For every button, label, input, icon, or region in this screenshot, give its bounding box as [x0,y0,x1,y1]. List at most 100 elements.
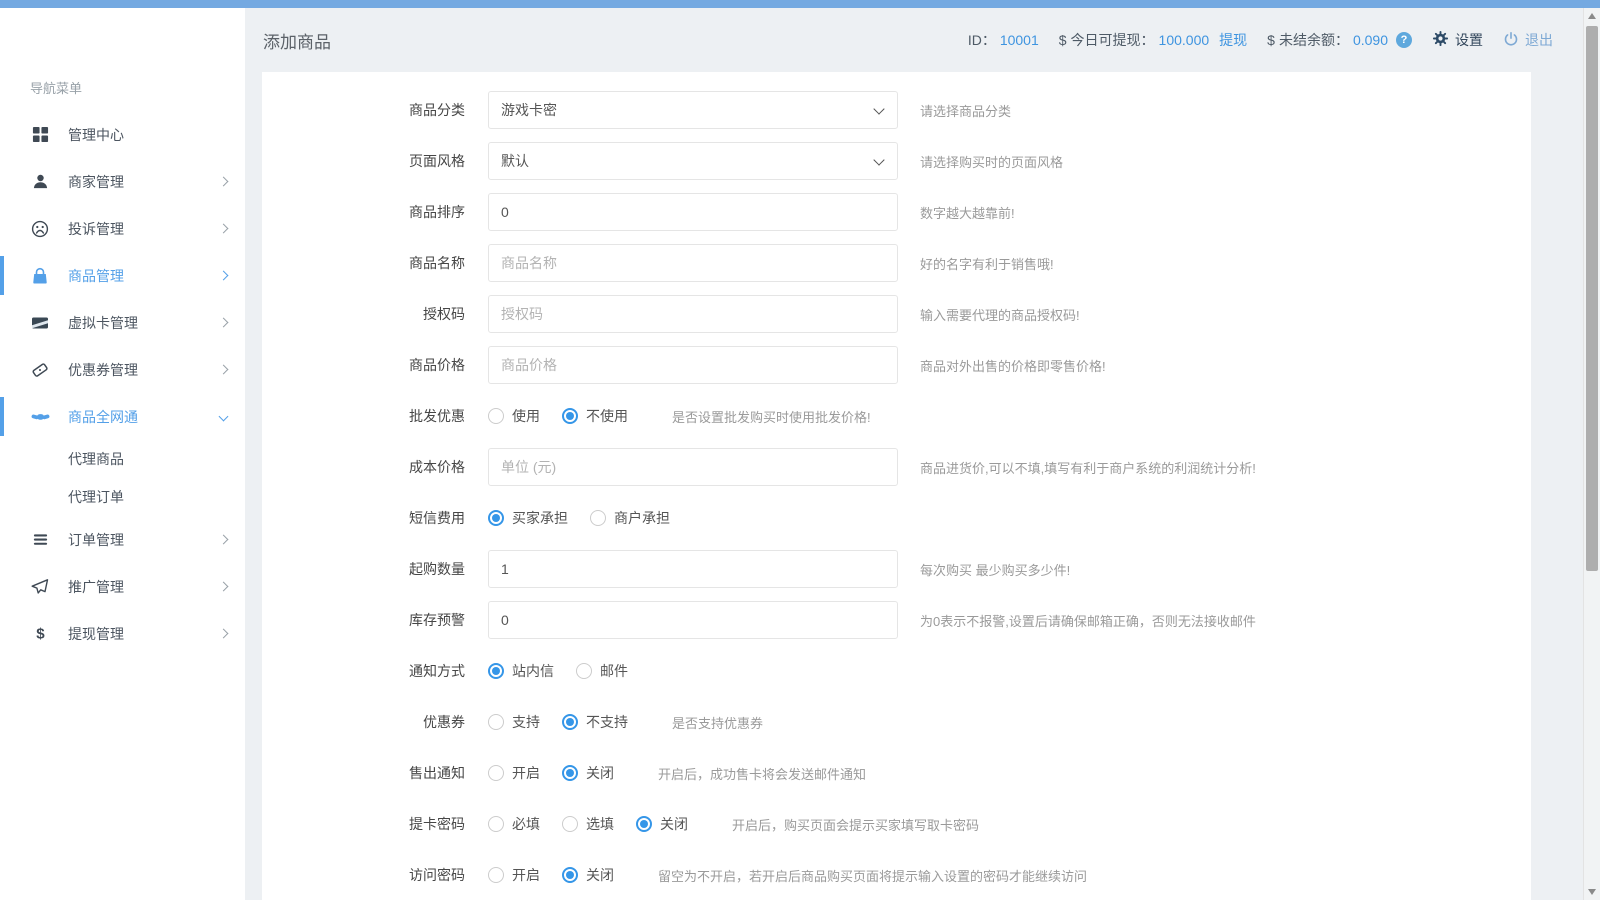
sidebar-item-merchant[interactable]: 商家管理 [0,158,245,205]
scrollbar[interactable] [1583,8,1600,900]
sidebar-item-complaint[interactable]: 投诉管理 [0,205,245,252]
field-label: 商品分类 [262,100,465,120]
sidebar-subitem-0[interactable]: 代理商品 [0,440,245,478]
form-row-stock-alert: 库存预警为0表示不报警,设置后请确保邮箱正确，否则无法接收邮件 [262,601,1531,639]
radio-option[interactable]: 使用 [488,406,540,426]
field-hint: 输入需要代理的商品授权码! [920,305,1080,324]
radio-option[interactable]: 站内信 [488,661,554,681]
unsettled-balance: $ 未结余额： 0.090 ? [1267,30,1412,50]
page-header: 添加商品 ID： 10001 $ 今日可提现： 100.000 提现 $ 未结余… [245,8,1583,72]
handshake-icon [30,408,50,426]
scroll-down-arrow[interactable] [1584,884,1600,900]
radio-selected-icon[interactable] [488,663,504,679]
radio-option[interactable]: 必填 [488,814,540,834]
radio-option[interactable]: 关闭 [636,814,688,834]
settings-button[interactable]: 设置 [1432,30,1483,50]
radio-option[interactable]: 关闭 [562,865,614,885]
form-row-min-qty: 起购数量每次购买 最少购买多少件! [262,550,1531,588]
radio-unselected-icon[interactable] [576,663,592,679]
help-icon[interactable]: ? [1396,32,1412,48]
category-select[interactable]: 游戏卡密 [488,91,898,129]
top-accent-bar [0,0,1600,8]
radio-label: 不支持 [586,712,628,732]
radio-option[interactable]: 开启 [488,763,540,783]
radio-unselected-icon[interactable] [488,408,504,424]
radio-selected-icon[interactable] [636,816,652,832]
form-row-sale-notice: 售出通知开启关闭开启后，成功售卡将会发送邮件通知 [262,754,1531,792]
radio-unselected-icon[interactable] [488,867,504,883]
scroll-up-arrow[interactable] [1584,8,1600,24]
sidebar-item-promotion[interactable]: 推广管理 [0,563,245,610]
form-row-auth-code: 授权码输入需要代理的商品授权码! [262,295,1531,333]
radio-unselected-icon[interactable] [562,816,578,832]
sidebar-item-withdraw[interactable]: $提现管理 [0,610,245,657]
sidebar: 导航菜单 管理中心商家管理投诉管理商品管理虚拟卡管理优惠券管理商品全网通代理商品… [0,8,245,900]
logout-label: 退出 [1525,30,1553,50]
field-label: 通知方式 [262,661,465,681]
radio-label: 邮件 [600,661,628,681]
chevron-right-icon [219,224,229,234]
sidebar-menu: 管理中心商家管理投诉管理商品管理虚拟卡管理优惠券管理商品全网通代理商品代理订单订… [0,111,245,657]
coupon-icon [30,361,50,379]
sidebar-item-coupon[interactable]: 优惠券管理 [0,346,245,393]
radio-option[interactable]: 不使用 [562,406,628,426]
name-input[interactable] [488,244,898,282]
radio-selected-icon[interactable] [562,867,578,883]
price-input[interactable] [488,346,898,384]
field-hint: 是否设置批发购买时使用批发价格! [672,407,871,426]
auth-code-input[interactable] [488,295,898,333]
field-hint: 是否支持优惠券 [672,713,763,732]
sidebar-item-label: 管理中心 [68,125,124,145]
radio-label: 使用 [512,406,540,426]
radio-option[interactable]: 开启 [488,865,540,885]
radio-option[interactable]: 选填 [562,814,614,834]
radio-unselected-icon[interactable] [488,816,504,832]
sidebar-item-virtual-card[interactable]: 虚拟卡管理 [0,299,245,346]
sidebar-item-dashboard[interactable]: 管理中心 [0,111,245,158]
radio-unselected-icon[interactable] [590,510,606,526]
chevron-right-icon [219,271,229,281]
radio-label: 不使用 [586,406,628,426]
sidebar-item-order[interactable]: 订单管理 [0,516,245,563]
form-row-coupon: 优惠券支持不支持是否支持优惠券 [262,703,1531,741]
radio-option[interactable]: 支持 [488,712,540,732]
category-select-wrap: 游戏卡密 [488,91,898,129]
withdraw-link[interactable]: 提现 [1219,30,1247,50]
cost-price-input[interactable] [488,448,898,486]
radio-unselected-icon[interactable] [488,765,504,781]
logout-button[interactable]: 退出 [1503,30,1553,50]
field-hint: 请选择商品分类 [920,101,1011,120]
field-label: 提卡密码 [262,814,465,834]
field-hint: 数字越大越靠前! [920,203,1015,222]
sidebar-subitem-1[interactable]: 代理订单 [0,478,245,516]
sidebar-item-product[interactable]: 商品管理 [0,252,245,299]
field-hint: 商品进货价,可以不填,填写有利于商户系统的利润统计分析! [920,458,1256,477]
radio-option[interactable]: 不支持 [562,712,628,732]
sidebar-item-label: 投诉管理 [68,219,124,239]
stock-alert-input[interactable] [488,601,898,639]
radio-unselected-icon[interactable] [488,714,504,730]
scrollbar-thumb[interactable] [1586,26,1598,571]
radio-option[interactable]: 邮件 [576,661,628,681]
form-row-cost-price: 成本价格商品进货价,可以不填,填写有利于商户系统的利润统计分析! [262,448,1531,486]
form-row-price: 商品价格商品对外出售的价格即零售价格! [262,346,1531,384]
radio-selected-icon[interactable] [562,408,578,424]
sidebar-item-label: 商品全网通 [68,407,138,427]
radio-option[interactable]: 买家承担 [488,508,568,528]
radio-label: 支持 [512,712,540,732]
radio-option[interactable]: 商户承担 [590,508,670,528]
radio-option[interactable]: 关闭 [562,763,614,783]
radio-selected-icon[interactable] [488,510,504,526]
form-row-name: 商品名称好的名字有利于销售哦! [262,244,1531,282]
sidebar-item-product-network[interactable]: 商品全网通 [0,393,245,440]
sort-input[interactable] [488,193,898,231]
form-row-page-style: 页面风格默认请选择购买时的页面风格 [262,142,1531,180]
list-icon [30,531,50,549]
field-hint: 开启后，购买页面会提示买家填写取卡密码 [732,815,979,834]
radio-selected-icon[interactable] [562,765,578,781]
radio-selected-icon[interactable] [562,714,578,730]
radio-label: 商户承担 [614,508,670,528]
min-qty-input[interactable] [488,550,898,588]
page-style-select[interactable]: 默认 [488,142,898,180]
chevron-right-icon [219,177,229,187]
